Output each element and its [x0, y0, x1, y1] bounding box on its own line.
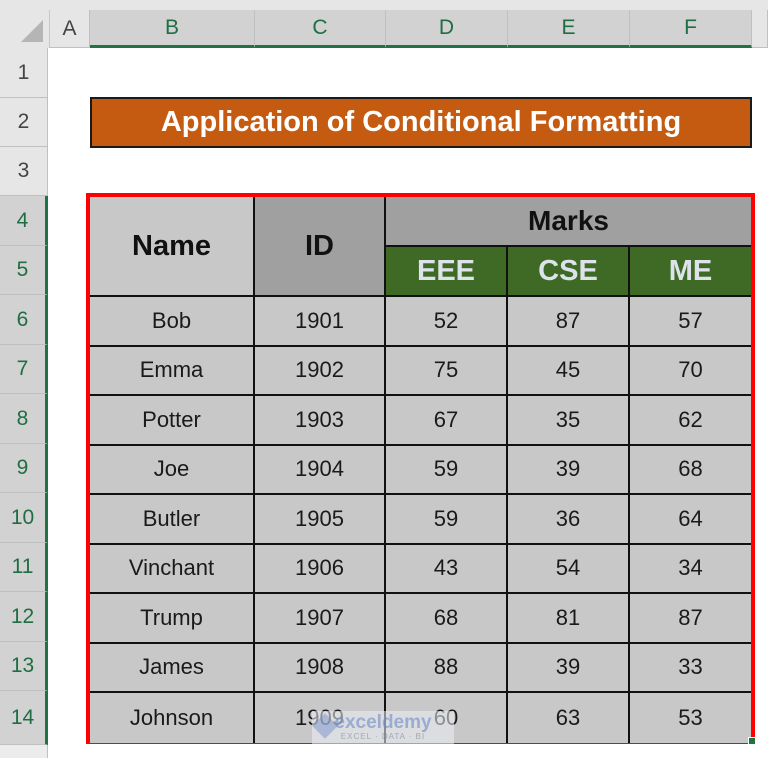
row-header-2[interactable]: 2: [0, 98, 48, 147]
cell-me[interactable]: 53: [630, 693, 751, 743]
select-all-button[interactable]: [0, 10, 50, 48]
column-header-c[interactable]: C: [255, 10, 386, 48]
watermark: exceldemy EXCEL · DATA · BI: [312, 711, 454, 744]
select-all-triangle-icon: [21, 20, 43, 42]
row-header-6[interactable]: 6: [0, 295, 48, 345]
cell-eee[interactable]: 59: [386, 495, 508, 545]
cell-name[interactable]: Emma: [90, 346, 255, 396]
cell-name[interactable]: Joe: [90, 445, 255, 495]
cell-cse[interactable]: 36: [508, 495, 630, 545]
cell-id[interactable]: 1907: [255, 594, 386, 644]
cell-name[interactable]: Johnson: [90, 693, 255, 743]
cell-cse[interactable]: 45: [508, 346, 630, 396]
cell-name[interactable]: Vinchant: [90, 544, 255, 594]
cell-id[interactable]: 1905: [255, 495, 386, 545]
column-header-e[interactable]: E: [508, 10, 630, 48]
row-header-7[interactable]: 7: [0, 345, 48, 394]
cell-id[interactable]: 1902: [255, 346, 386, 396]
row-header-13[interactable]: 13: [0, 642, 48, 691]
header-cse[interactable]: CSE: [508, 247, 630, 297]
watermark-subtext: EXCEL · DATA · BI: [340, 732, 426, 741]
cell-cse[interactable]: 87: [508, 297, 630, 347]
cell-name[interactable]: Potter: [90, 396, 255, 446]
cell-eee[interactable]: 59: [386, 445, 508, 495]
header-name[interactable]: Name: [90, 197, 255, 297]
watermark-text: exceldemy: [334, 712, 432, 733]
row-header-4[interactable]: 4: [0, 196, 48, 246]
header-marks[interactable]: Marks: [386, 197, 751, 247]
row-header-14[interactable]: 14: [0, 691, 48, 745]
row-header-1[interactable]: 1: [0, 48, 48, 98]
cell-me[interactable]: 57: [630, 297, 751, 347]
cell-eee[interactable]: 43: [386, 544, 508, 594]
cell-eee[interactable]: 75: [386, 346, 508, 396]
cell-eee[interactable]: 52: [386, 297, 508, 347]
fill-handle[interactable]: [748, 737, 756, 745]
cell-id[interactable]: 1901: [255, 297, 386, 347]
cell-me[interactable]: 33: [630, 643, 751, 693]
row-header-8[interactable]: 8: [0, 394, 48, 444]
cell-name[interactable]: Butler: [90, 495, 255, 545]
cell-eee[interactable]: 68: [386, 594, 508, 644]
selected-range[interactable]: Name ID Marks EEE CSE ME Bob 1901 52 87 57 Em…: [86, 193, 755, 744]
cell-id[interactable]: 1904: [255, 445, 386, 495]
cell-me[interactable]: 68: [630, 445, 751, 495]
cell-eee[interactable]: 88: [386, 643, 508, 693]
cell-me[interactable]: 87: [630, 594, 751, 644]
cell-name[interactable]: James: [90, 643, 255, 693]
row-header-11[interactable]: 11: [0, 543, 48, 592]
column-header-g-partial[interactable]: [752, 10, 768, 48]
row-header-3[interactable]: 3: [0, 147, 48, 196]
row-header-9[interactable]: 9: [0, 444, 48, 493]
cell-id[interactable]: 1906: [255, 544, 386, 594]
cell-name[interactable]: Bob: [90, 297, 255, 347]
cell-cse[interactable]: 54: [508, 544, 630, 594]
column-header-d[interactable]: D: [386, 10, 508, 48]
cell-me[interactable]: 34: [630, 544, 751, 594]
cell-cse[interactable]: 39: [508, 643, 630, 693]
column-header-a[interactable]: A: [50, 10, 90, 48]
header-me[interactable]: ME: [630, 247, 751, 297]
cell-eee[interactable]: 67: [386, 396, 508, 446]
sheet-title-cell[interactable]: Application of Conditional Formatting: [90, 97, 752, 148]
row-header-12[interactable]: 12: [0, 592, 48, 642]
cell-name[interactable]: Trump: [90, 594, 255, 644]
column-header-b[interactable]: B: [90, 10, 255, 48]
row-header-10[interactable]: 10: [0, 493, 48, 543]
column-header-f[interactable]: F: [630, 10, 752, 48]
header-eee[interactable]: EEE: [386, 247, 508, 297]
cell-me[interactable]: 64: [630, 495, 751, 545]
cell-id[interactable]: 1903: [255, 396, 386, 446]
cell-id[interactable]: 1908: [255, 643, 386, 693]
cell-cse[interactable]: 39: [508, 445, 630, 495]
row-header-15-partial[interactable]: [0, 745, 48, 758]
row-header-5[interactable]: 5: [0, 246, 48, 295]
cell-me[interactable]: 62: [630, 396, 751, 446]
cell-cse[interactable]: 63: [508, 693, 630, 743]
cell-cse[interactable]: 81: [508, 594, 630, 644]
cell-cse[interactable]: 35: [508, 396, 630, 446]
header-id[interactable]: ID: [255, 197, 386, 297]
cell-me[interactable]: 70: [630, 346, 751, 396]
